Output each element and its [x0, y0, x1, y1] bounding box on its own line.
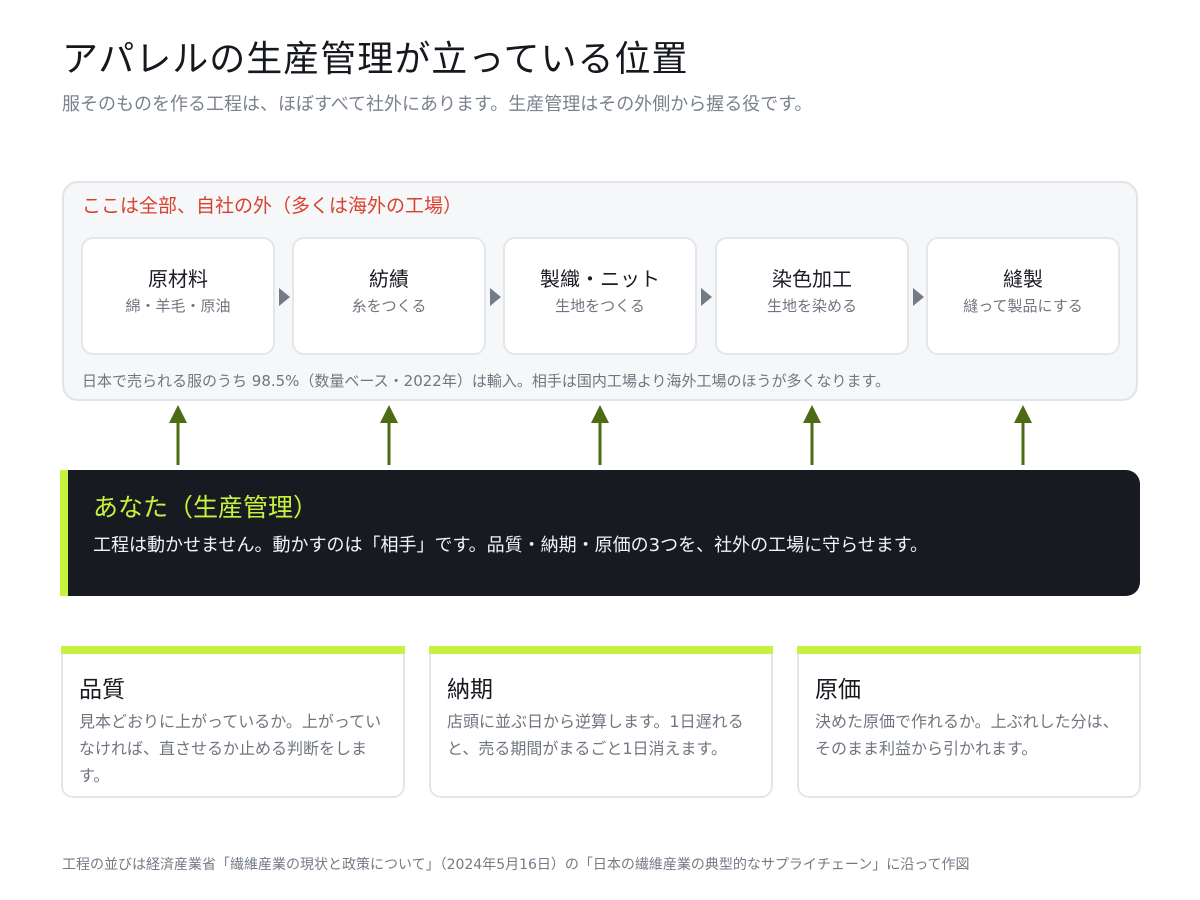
card-title: 原価 — [815, 677, 861, 703]
up-arrow-icon — [803, 405, 821, 465]
production-manager-description: 工程は動かせません。動かすのは「相手」です。品質・納期・原価の3つを、社外の工場… — [93, 535, 928, 556]
step-title: 製織・ニット — [540, 267, 660, 291]
process-step-dyeing: 染色加工 生地を染める — [715, 237, 909, 355]
flow-chevron-icon — [490, 288, 501, 306]
card-quality: 品質 見本どおりに上がっているか。上がっていなければ、直させるか止める判断をしま… — [61, 646, 405, 798]
step-description: 綿・羊毛・原油 — [125, 297, 231, 315]
card-body: 見本どおりに上がっているか。上がっていなければ、直させるか止める判断をします。 — [79, 712, 382, 785]
flow-chevron-icon — [913, 288, 924, 306]
flow-chevron-icon — [701, 288, 712, 306]
up-arrow-icon — [591, 405, 609, 465]
card-accent-bar — [429, 646, 773, 654]
card-cost: 原価 決めた原価で作れるか。上ぶれした分は、そのまま利益から引かれます。 — [797, 646, 1141, 798]
page-subtitle: 服そのものを作る工程は、ほぼすべて社外にあります。生産管理はその外側から握る役で… — [62, 94, 813, 115]
import-share-note: 日本で売られる服のうち 98.5%（数量ベース・2022年）は輸入。相手は国内工… — [82, 372, 891, 390]
up-arrow-icon — [1014, 405, 1032, 465]
step-description: 糸をつくる — [351, 297, 427, 315]
outside-panel-heading: ここは全部、自社の外（多くは海外の工場） — [82, 195, 463, 217]
card-delivery: 納期 店頭に並ぶ日から逆算します。1日遅れると、売る期間がまるごと1日消えます。 — [429, 646, 773, 798]
page-title: アパレルの生産管理が立っている位置 — [62, 39, 689, 80]
step-title: 縫製 — [1003, 267, 1043, 291]
up-arrow-icon — [380, 405, 398, 465]
step-description: 生地をつくる — [555, 297, 645, 315]
card-body: 決めた原価で作れるか。上ぶれした分は、そのまま利益から引かれます。 — [815, 712, 1119, 758]
card-accent-bar — [797, 646, 1141, 654]
card-accent-bar — [61, 646, 405, 654]
up-arrow-icon — [169, 405, 187, 465]
step-description: 生地を染める — [766, 297, 857, 315]
source-note: 工程の並びは経済産業省「繊維産業の現状と政策について」（2024年5月16日）の… — [62, 857, 970, 873]
card-title: 品質 — [79, 677, 125, 703]
step-title: 染色加工 — [772, 267, 852, 291]
step-title: 紡績 — [369, 267, 409, 291]
flow-chevron-icon — [279, 288, 290, 306]
process-step-raw-materials: 原材料 綿・羊毛・原油 — [81, 237, 275, 355]
step-description: 縫って製品にする — [963, 297, 1083, 315]
production-manager-title: あなた（生産管理） — [93, 493, 319, 522]
card-title: 納期 — [447, 677, 493, 703]
card-body: 店頭に並ぶ日から逆算します。1日遅れると、売る期間がまるごと1日消えます。 — [447, 712, 744, 758]
process-step-spinning: 紡績 糸をつくる — [292, 237, 486, 355]
process-step-weaving-knitting: 製織・ニット 生地をつくる — [503, 237, 697, 355]
process-step-sewing: 縫製 縫って製品にする — [926, 237, 1120, 355]
step-title: 原材料 — [148, 267, 208, 291]
